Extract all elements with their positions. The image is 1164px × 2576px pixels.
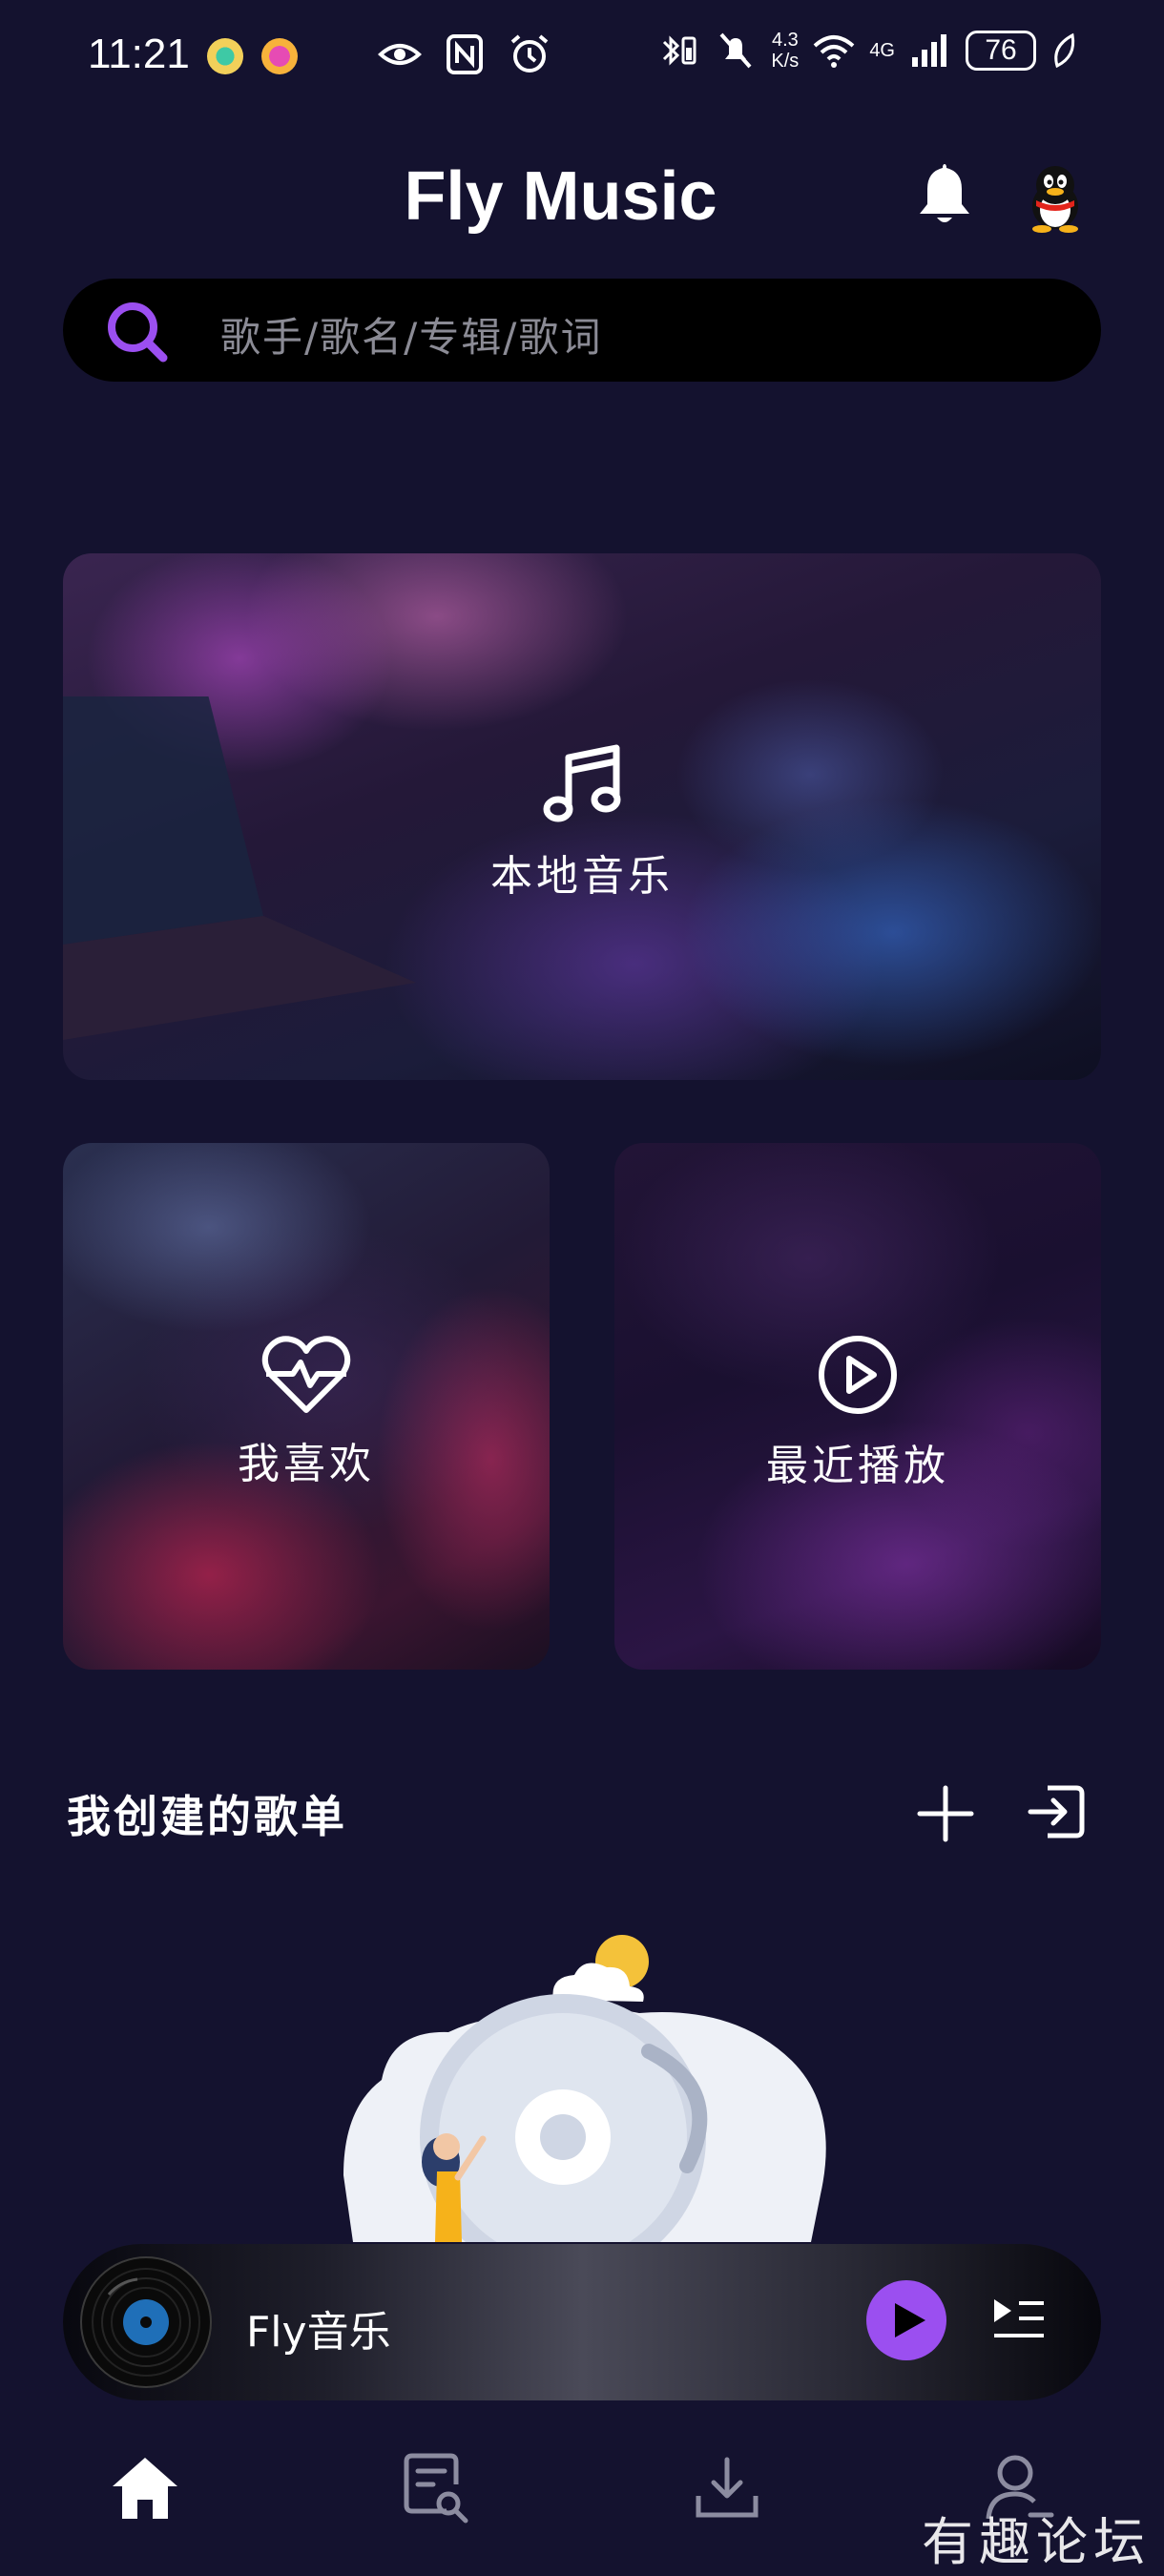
vinyl-disc-icon[interactable] [80,2256,212,2388]
search-bar[interactable]: 歌手/歌名/专辑/歌词 [63,279,1101,382]
status-icons-middle [378,32,551,76]
recent-played-card[interactable]: 最近播放 [614,1143,1101,1670]
favorites-card[interactable]: 我喜欢 [63,1143,550,1670]
add-playlist-icon[interactable] [916,1784,975,1843]
local-music-label: 本地音乐 [490,852,674,901]
empty-playlist-illustration [343,1935,826,2242]
app-notification-icon-2 [261,38,298,74]
playlist-queue-icon[interactable] [990,2294,1048,2347]
nfc-icon [447,34,483,74]
bell-icon[interactable] [914,160,975,229]
network-type: 4G [869,40,895,61]
favorites-label: 我喜欢 [238,1440,375,1488]
search-icon[interactable] [103,298,170,364]
alarm-icon [510,34,549,73]
tab-discover-icon[interactable] [399,2452,471,2524]
status-icons-right: 4.3 K/s 4G 76 [656,29,1078,73]
wifi-icon [813,35,855,68]
play-icon [895,2303,925,2337]
leaf-icon [1054,32,1075,69]
tab-home-icon[interactable] [109,2452,181,2524]
net-speed: 4.3 K/s [771,30,800,72]
mini-player[interactable]: Fly音乐 [63,2244,1101,2400]
local-music-card[interactable]: 本地音乐 [63,553,1101,1080]
now-playing-title[interactable]: Fly音乐 [246,2297,391,2358]
music-note-icon [543,744,621,822]
mute-icon [719,32,752,69]
bluetooth-battery-icon [663,35,696,66]
watermark: 有趣论坛 [922,2512,1151,2572]
my-playlists-title: 我创建的歌单 [67,1791,347,1842]
recent-played-label: 最近播放 [766,1442,949,1490]
import-playlist-icon[interactable] [1025,1780,1088,1843]
heart-pulse-icon [261,1336,351,1413]
status-bar: 11:21 4.3 K/s 4G 76 [0,0,1164,114]
app-notification-icon [207,38,243,74]
signal-icon [912,34,946,67]
status-time: 11:21 [88,31,190,77]
battery-indicator: 76 [966,31,1036,71]
eye-icon [378,44,422,65]
tab-download-icon[interactable] [691,2452,763,2524]
qq-avatar-icon[interactable] [1027,162,1084,233]
play-button[interactable] [866,2280,946,2360]
play-circle-icon [819,1336,897,1414]
search-input[interactable]: 歌手/歌名/专辑/歌词 [220,305,602,364]
